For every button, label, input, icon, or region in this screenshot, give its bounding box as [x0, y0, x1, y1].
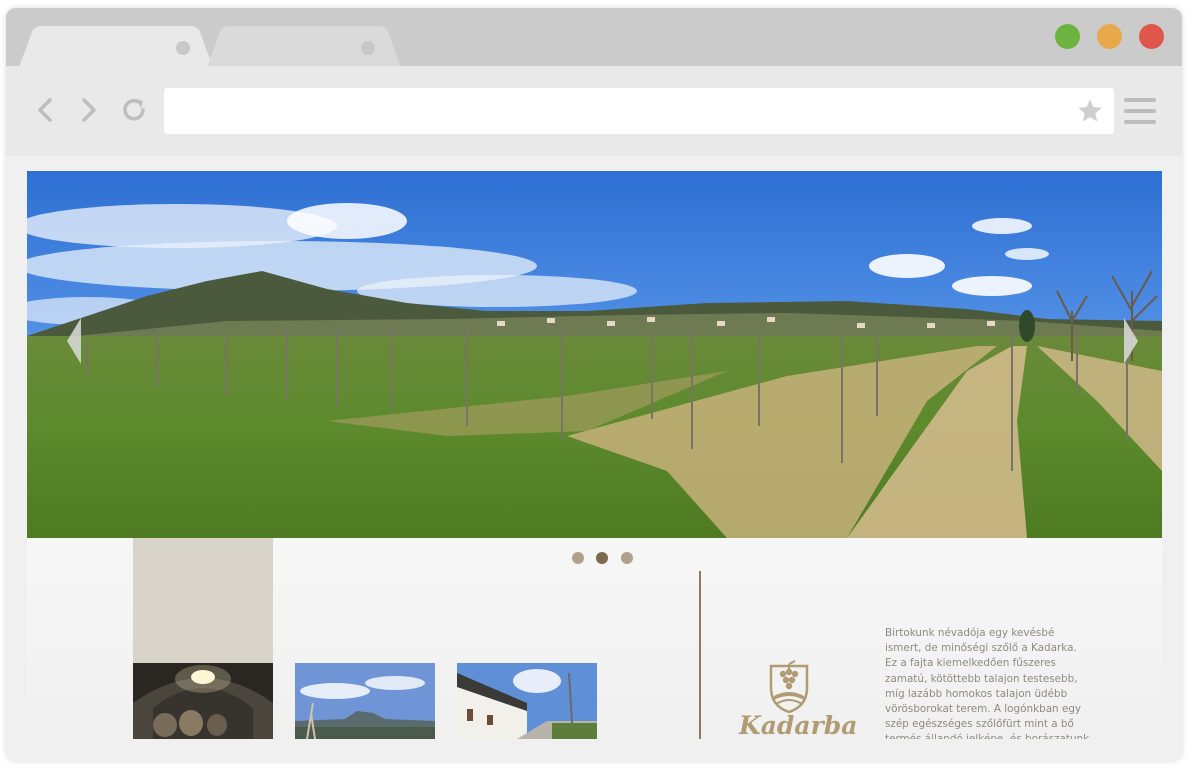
gallery-thumb-landscape[interactable]	[295, 663, 435, 739]
gallery-thumb-cellar[interactable]	[133, 663, 273, 739]
slider-dot-3[interactable]	[620, 552, 633, 564]
address-bar[interactable]	[164, 88, 1114, 134]
close-button[interactable]	[1139, 24, 1164, 49]
tab-close-icon[interactable]	[176, 41, 190, 55]
intro-paragraph: Birtokunk névadója egy kevésbé ismert, d…	[885, 627, 1089, 739]
maximize-button[interactable]	[1055, 24, 1080, 49]
toolbar	[6, 66, 1182, 156]
slider-next-arrow[interactable]	[1120, 316, 1140, 366]
forward-button[interactable]	[72, 94, 104, 126]
minimize-button[interactable]	[1097, 24, 1122, 49]
content-section: Kadarba Birtokunk névadója egy kevésbé i…	[27, 538, 1162, 739]
reload-icon	[123, 98, 145, 121]
url-input[interactable]	[164, 88, 1064, 134]
back-button[interactable]	[30, 94, 62, 126]
slider-dot-1[interactable]	[572, 552, 584, 564]
menu-button[interactable]	[1124, 98, 1156, 124]
chevron-right-icon	[82, 98, 96, 122]
vineyard-photo	[27, 171, 1162, 538]
logo-wordmark: Kadarba	[739, 711, 858, 739]
chevron-left-icon	[67, 318, 81, 364]
title-bar	[6, 8, 1182, 70]
grape-shield-icon	[769, 660, 809, 714]
hero-slider	[27, 171, 1162, 538]
tab-inactive[interactable]	[206, 26, 402, 70]
page-viewport: Kadarba Birtokunk névadója egy kevésbé i…	[27, 171, 1162, 739]
slider-dot-2[interactable]	[596, 552, 609, 564]
bookmark-star-icon[interactable]	[1076, 97, 1104, 125]
content-divider	[699, 571, 701, 739]
reload-button[interactable]	[118, 94, 150, 126]
kadarba-logo[interactable]: Kadarba	[739, 658, 858, 739]
cellar-photo	[133, 663, 273, 739]
hamburger-icon	[1124, 98, 1156, 102]
beige-panel	[133, 538, 273, 663]
chevron-right-icon	[1124, 318, 1138, 364]
slider-prev-arrow[interactable]	[65, 316, 85, 366]
tab-active[interactable]	[18, 26, 214, 70]
browser-window: Kadarba Birtokunk névadója egy kevésbé i…	[6, 8, 1182, 761]
gallery-thumb-street[interactable]	[457, 663, 597, 739]
slider-pagination	[572, 551, 641, 565]
street-photo	[457, 663, 597, 739]
tab-close-icon[interactable]	[361, 41, 375, 55]
chevron-left-icon	[38, 98, 52, 122]
landscape-photo	[295, 663, 435, 739]
